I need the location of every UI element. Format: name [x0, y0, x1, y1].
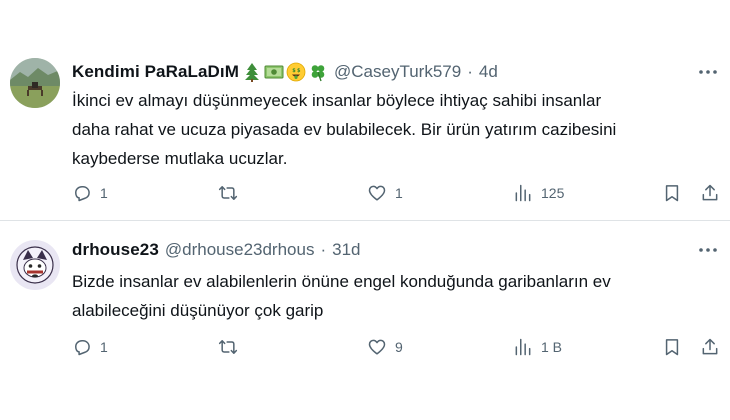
share-icon [702, 184, 718, 201]
clover-emoji [311, 65, 325, 82]
more-dots-icon [699, 70, 717, 74]
retweet-button[interactable] [218, 181, 246, 205]
reply-count: 1 [100, 339, 108, 355]
tree-emoji [245, 63, 260, 82]
share-button[interactable] [700, 335, 720, 359]
money-emoji [264, 65, 284, 79]
tweet-actions: 1 1 125 [72, 181, 722, 205]
like-count: 1 [395, 185, 403, 201]
like-button[interactable]: 1 [367, 181, 403, 205]
retweet-icon [218, 186, 238, 200]
views-count: 125 [541, 185, 565, 201]
timestamp[interactable]: 31d [332, 240, 360, 260]
timestamp[interactable]: 4d [479, 62, 498, 82]
svg-text:$: $ [292, 68, 296, 74]
money-face-emoji: $ $ [286, 62, 306, 82]
avatar-image [10, 240, 60, 290]
views-count: 1 B [541, 339, 563, 355]
like-button[interactable]: 9 [367, 335, 403, 359]
tweet[interactable]: Kendimi PaRaLaDıM $ $ @CaseyTurk579 · 4d… [0, 0, 730, 221]
bookmark-icon [665, 185, 679, 202]
more-options-button[interactable] [696, 240, 720, 260]
views-button[interactable]: 1 B [513, 335, 562, 359]
tweet[interactable]: drhouse23 @drhouse23drhous · 31d Bizde i… [0, 222, 730, 420]
heart-icon [368, 339, 386, 355]
display-name[interactable]: drhouse23 [72, 240, 159, 260]
tweet-text: İkinci ev almayı düşünmeyecek insanlar b… [72, 91, 617, 168]
display-name[interactable]: Kendimi PaRaLaDıM [72, 62, 239, 82]
avatar[interactable] [10, 240, 60, 290]
heart-icon [368, 185, 386, 201]
reply-icon [75, 186, 90, 202]
share-button[interactable] [700, 181, 720, 205]
analytics-icon [515, 338, 531, 356]
tweet-text: Bizde insanlar ev alabilenlerin önüne en… [72, 272, 611, 320]
avatar-image [10, 58, 60, 108]
bookmark-icon [665, 339, 679, 356]
retweet-button[interactable] [218, 335, 246, 359]
reply-button[interactable]: 1 [72, 335, 108, 359]
more-options-button[interactable] [696, 62, 720, 82]
views-button[interactable]: 125 [513, 181, 564, 205]
reply-icon [75, 340, 90, 356]
bookmark-button[interactable] [662, 181, 682, 205]
name-emojis: $ $ [242, 62, 328, 82]
retweet-icon [218, 340, 238, 354]
share-icon [702, 338, 718, 355]
reply-button[interactable]: 1 [72, 181, 108, 205]
user-handle[interactable]: @CaseyTurk579 [334, 62, 461, 82]
tweet-header: drhouse23 @drhouse23drhous · 31d [72, 238, 361, 262]
analytics-icon [515, 184, 531, 202]
separator-dot: · [320, 240, 327, 259]
like-count: 9 [395, 339, 403, 355]
svg-text:$: $ [297, 68, 301, 74]
reply-count: 1 [100, 185, 108, 201]
user-handle[interactable]: @drhouse23drhous [165, 240, 315, 260]
tweet-actions: 1 9 1 B [72, 335, 722, 359]
bookmark-button[interactable] [662, 335, 682, 359]
more-dots-icon [699, 248, 717, 252]
separator-dot: · [467, 62, 473, 81]
avatar[interactable] [10, 58, 60, 108]
tweet-header: Kendimi PaRaLaDıM $ $ @CaseyTurk579 · 4d [72, 60, 498, 84]
